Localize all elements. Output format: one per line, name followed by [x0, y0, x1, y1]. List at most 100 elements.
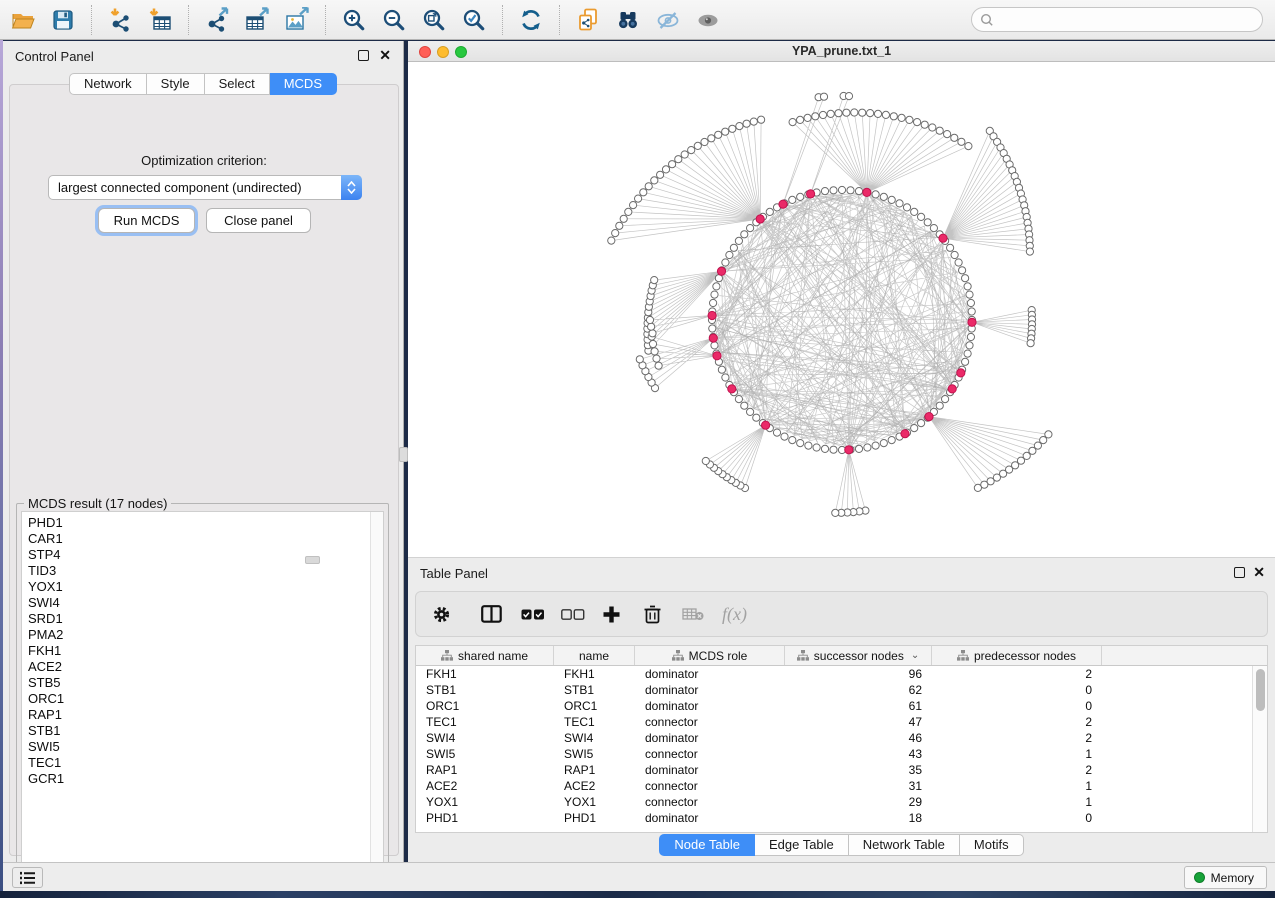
table-row[interactable]: RAP1RAP1dominator352: [416, 762, 1267, 778]
network-node[interactable]: [967, 333, 974, 340]
network-hub-node[interactable]: [717, 267, 725, 275]
table-row[interactable]: ORC1ORC1dominator610: [416, 698, 1267, 714]
table-row[interactable]: PHD1PHD1dominator180: [416, 810, 1267, 826]
network-node[interactable]: [711, 291, 718, 298]
network-node[interactable]: [929, 124, 936, 131]
import-table-icon[interactable]: [143, 5, 177, 35]
network-node[interactable]: [911, 425, 918, 432]
function-builder-icon[interactable]: f(x): [722, 604, 747, 625]
network-node[interactable]: [812, 113, 819, 120]
network-node[interactable]: [781, 433, 788, 440]
network-hub-node[interactable]: [762, 421, 770, 429]
network-node[interactable]: [743, 120, 750, 127]
network-node[interactable]: [918, 420, 925, 427]
network-node[interactable]: [797, 193, 804, 200]
network-node[interactable]: [669, 161, 676, 168]
tab-select[interactable]: Select: [205, 73, 270, 95]
network-node[interactable]: [648, 323, 655, 330]
network-node[interactable]: [821, 445, 828, 452]
network-node[interactable]: [880, 440, 887, 447]
network-hub-node[interactable]: [901, 430, 909, 438]
zoom-in-icon[interactable]: [337, 5, 371, 35]
column-settings-gear-icon[interactable]: [432, 605, 451, 624]
network-node[interactable]: [653, 355, 660, 362]
network-node[interactable]: [820, 93, 827, 100]
network-node[interactable]: [608, 237, 615, 244]
network-node[interactable]: [649, 340, 656, 347]
sort-indicator-icon[interactable]: ⌄: [911, 650, 919, 661]
network-node[interactable]: [951, 251, 958, 258]
network-node[interactable]: [662, 166, 669, 173]
mcds-result-item[interactable]: RAP1: [28, 707, 383, 723]
network-node[interactable]: [711, 342, 718, 349]
network-node[interactable]: [702, 457, 709, 464]
network-node[interactable]: [726, 251, 733, 258]
network-node[interactable]: [635, 195, 642, 202]
horizontal-splitter-handle[interactable]: [305, 556, 320, 564]
export-table-icon[interactable]: [240, 5, 274, 35]
network-node[interactable]: [636, 356, 643, 363]
network-node[interactable]: [736, 123, 743, 130]
delete-columns-trash-icon[interactable]: [643, 604, 662, 624]
column-header-predecessor-nodes[interactable]: predecessor nodes: [932, 646, 1102, 665]
network-node[interactable]: [747, 225, 754, 232]
network-node[interactable]: [805, 442, 812, 449]
table-row[interactable]: YOX1YOX1connector291: [416, 794, 1267, 810]
mcds-result-item[interactable]: ORC1: [28, 691, 383, 707]
mcds-result-item[interactable]: FKH1: [28, 643, 383, 659]
network-node[interactable]: [898, 114, 905, 121]
network-node[interactable]: [655, 362, 662, 369]
table-row[interactable]: ACE2ACE2connector311: [416, 778, 1267, 794]
network-node[interactable]: [750, 118, 757, 125]
network-hub-node[interactable]: [939, 234, 947, 242]
network-node[interactable]: [821, 188, 828, 195]
network-node[interactable]: [864, 444, 871, 451]
table-row[interactable]: SWI4SWI4dominator462: [416, 730, 1267, 746]
network-node[interactable]: [936, 127, 943, 134]
close-panel-button[interactable]: Close panel: [206, 208, 311, 233]
mcds-result-item[interactable]: STB1: [28, 723, 383, 739]
network-node[interactable]: [612, 230, 619, 237]
column-header-successor-nodes[interactable]: successor nodes ⌄: [785, 646, 932, 665]
export-image-icon[interactable]: [280, 5, 314, 35]
network-node[interactable]: [735, 396, 742, 403]
network-hub-node[interactable]: [948, 385, 956, 393]
network-node[interactable]: [955, 259, 962, 266]
tab-network-table[interactable]: Network Table: [849, 834, 960, 856]
network-node[interactable]: [968, 308, 975, 315]
network-node[interactable]: [838, 186, 845, 193]
network-node[interactable]: [675, 156, 682, 163]
network-node[interactable]: [951, 134, 958, 141]
network-hub-node[interactable]: [807, 190, 815, 198]
network-node[interactable]: [843, 109, 850, 116]
network-node[interactable]: [959, 267, 966, 274]
optimization-criterion-dropdown[interactable]: largest connected component (undirected): [48, 175, 362, 200]
network-node[interactable]: [715, 131, 722, 138]
open-session-icon[interactable]: [6, 5, 40, 35]
column-header-name[interactable]: name: [554, 646, 635, 665]
network-node[interactable]: [936, 402, 943, 409]
task-history-button[interactable]: [12, 867, 43, 888]
result-list-scrollbar[interactable]: [370, 512, 383, 868]
network-hub-node[interactable]: [925, 413, 933, 421]
network-node[interactable]: [921, 121, 928, 128]
mcds-result-item[interactable]: PHD1: [28, 515, 383, 531]
network-node[interactable]: [640, 189, 647, 196]
tab-network[interactable]: Network: [69, 73, 147, 95]
network-node[interactable]: [964, 283, 971, 290]
table-row[interactable]: TEC1TEC1connector472: [416, 714, 1267, 730]
network-node[interactable]: [713, 283, 720, 290]
network-node[interactable]: [694, 142, 701, 149]
network-node[interactable]: [872, 442, 879, 449]
network-node[interactable]: [888, 196, 895, 203]
network-node[interactable]: [967, 299, 974, 306]
column-header-mcds-role[interactable]: MCDS role: [635, 646, 785, 665]
network-node[interactable]: [890, 113, 897, 120]
network-node[interactable]: [625, 208, 632, 215]
network-hub-node[interactable]: [957, 369, 965, 377]
network-node[interactable]: [735, 237, 742, 244]
network-node[interactable]: [681, 151, 688, 158]
network-node[interactable]: [741, 402, 748, 409]
network-node[interactable]: [867, 110, 874, 117]
network-node[interactable]: [688, 147, 695, 154]
